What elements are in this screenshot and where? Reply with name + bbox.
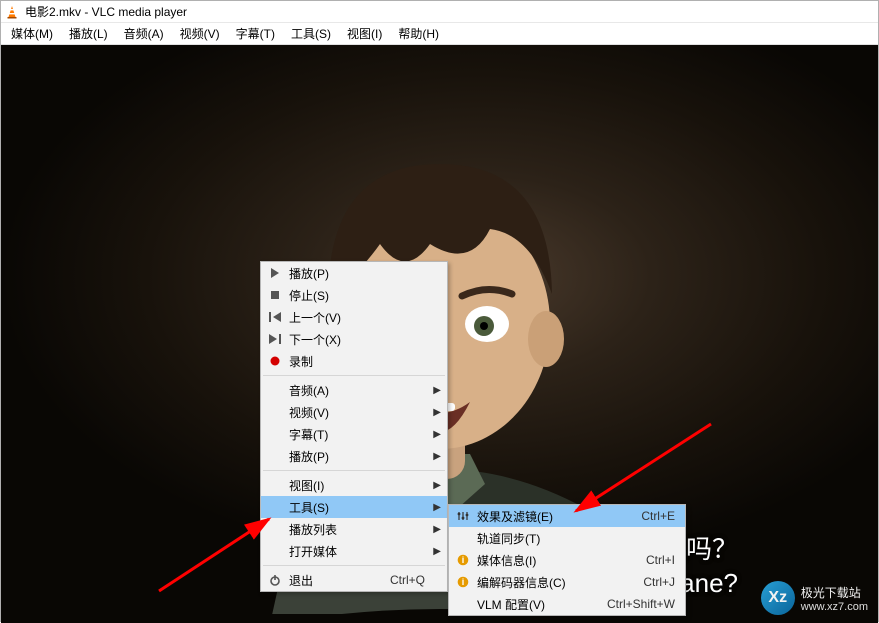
submenu-tools: 效果及滤镜(E) Ctrl+E 轨道同步(T) i 媒体信息(I) Ctrl+I… [448,504,686,616]
ctx-prev-label: 上一个(V) [289,309,425,326]
menu-video[interactable]: 视频(V) [172,23,228,44]
sub-media-info-shortcut: Ctrl+I [646,553,675,567]
ctx-playback-label: 播放(P) [289,448,425,465]
ctx-open-media-label: 打开媒体 [289,543,425,560]
ctx-play-label: 播放(P) [289,265,425,282]
ctx-quit-shortcut: Ctrl+Q [390,573,425,587]
ctx-play[interactable]: 播放(P) [261,262,447,284]
titlebar: 电影2.mkv - VLC media player [1,1,878,23]
ctx-tools[interactable]: 工具(S) ▶ [261,496,447,518]
ctx-audio[interactable]: 音频(A) ▶ [261,379,447,401]
ctx-playback[interactable]: 播放(P) ▶ [261,445,447,467]
quit-icon [267,572,283,588]
ctx-quit[interactable]: 退出 Ctrl+Q [261,569,447,591]
window-title: 电影2.mkv - VLC media player [25,3,187,20]
ctx-subtitle-label: 字幕(T) [289,426,425,443]
svg-text:i: i [462,555,465,565]
sub-vlm-config-shortcut: Ctrl+Shift+W [607,597,675,611]
ctx-view[interactable]: 视图(I) ▶ [261,474,447,496]
submenu-arrow-icon: ▶ [433,429,441,440]
ctx-video[interactable]: 视频(V) ▶ [261,401,447,423]
ctx-tools-label: 工具(S) [289,499,425,516]
menubar: 媒体(M) 播放(L) 音频(A) 视频(V) 字幕(T) 工具(S) 视图(I… [1,23,878,45]
submenu-arrow-icon: ▶ [433,546,441,557]
ctx-separator-1 [263,375,445,376]
menu-tools[interactable]: 工具(S) [283,23,339,44]
submenu-arrow-icon: ▶ [433,502,441,513]
watermark-url: www.xz7.com [801,601,868,613]
sliders-icon [455,508,471,524]
ctx-video-label: 视频(V) [289,404,425,421]
submenu-arrow-icon: ▶ [433,524,441,535]
ctx-separator-2 [263,470,445,471]
record-icon [267,353,283,369]
ctx-prev[interactable]: 上一个(V) [261,306,447,328]
sub-media-info[interactable]: i 媒体信息(I) Ctrl+I [449,549,685,571]
sub-codec-info-label: 编解码器信息(C) [477,574,643,591]
sub-codec-info[interactable]: i 编解码器信息(C) Ctrl+J [449,571,685,593]
sub-effects-filters[interactable]: 效果及滤镜(E) Ctrl+E [449,505,685,527]
submenu-arrow-icon: ▶ [433,480,441,491]
sub-effects-label: 效果及滤镜(E) [477,508,641,525]
watermark-name: 极光下载站 [801,584,868,601]
context-menu: 播放(P) 停止(S) 上一个(V) 下一个(X) 录制 音频(A) ▶ 视频(… [260,261,448,592]
ctx-stop-label: 停止(S) [289,287,425,304]
submenu-arrow-icon: ▶ [433,385,441,396]
ctx-next-label: 下一个(X) [289,331,425,348]
play-icon [267,265,283,281]
sub-codec-info-shortcut: Ctrl+J [643,575,675,589]
info-icon: i [455,574,471,590]
ctx-playlist[interactable]: 播放列表 ▶ [261,518,447,540]
vlc-cone-icon [5,5,19,19]
skip-next-icon [267,331,283,347]
ctx-record[interactable]: 录制 [261,350,447,372]
watermark-icon: Xz [761,581,795,615]
sub-vlm-config-label: VLM 配置(V) [477,596,607,613]
menu-subtitle[interactable]: 字幕(T) [228,23,283,44]
ctx-next[interactable]: 下一个(X) [261,328,447,350]
sub-track-sync[interactable]: 轨道同步(T) [449,527,685,549]
sub-media-info-label: 媒体信息(I) [477,552,646,569]
ctx-separator-3 [263,565,445,566]
ctx-subtitle[interactable]: 字幕(T) ▶ [261,423,447,445]
svg-text:i: i [462,577,465,587]
ctx-open-media[interactable]: 打开媒体 ▶ [261,540,447,562]
ctx-quit-label: 退出 [289,572,390,589]
menu-playback[interactable]: 播放(L) [61,23,116,44]
menu-view[interactable]: 视图(I) [339,23,390,44]
ctx-record-label: 录制 [289,353,425,370]
submenu-arrow-icon: ▶ [433,407,441,418]
menu-media[interactable]: 媒体(M) [3,23,61,44]
ctx-audio-label: 音频(A) [289,382,425,399]
sub-vlm-config[interactable]: VLM 配置(V) Ctrl+Shift+W [449,593,685,615]
stop-icon [267,287,283,303]
skip-previous-icon [267,309,283,325]
menu-help[interactable]: 帮助(H) [390,23,447,44]
sub-track-sync-label: 轨道同步(T) [477,530,675,547]
watermark: Xz 极光下载站 www.xz7.com [761,581,868,615]
menu-audio[interactable]: 音频(A) [116,23,172,44]
info-icon: i [455,552,471,568]
ctx-stop[interactable]: 停止(S) [261,284,447,306]
sub-effects-shortcut: Ctrl+E [641,509,675,523]
ctx-playlist-label: 播放列表 [289,521,425,538]
submenu-arrow-icon: ▶ [433,451,441,462]
ctx-view-label: 视图(I) [289,477,425,494]
